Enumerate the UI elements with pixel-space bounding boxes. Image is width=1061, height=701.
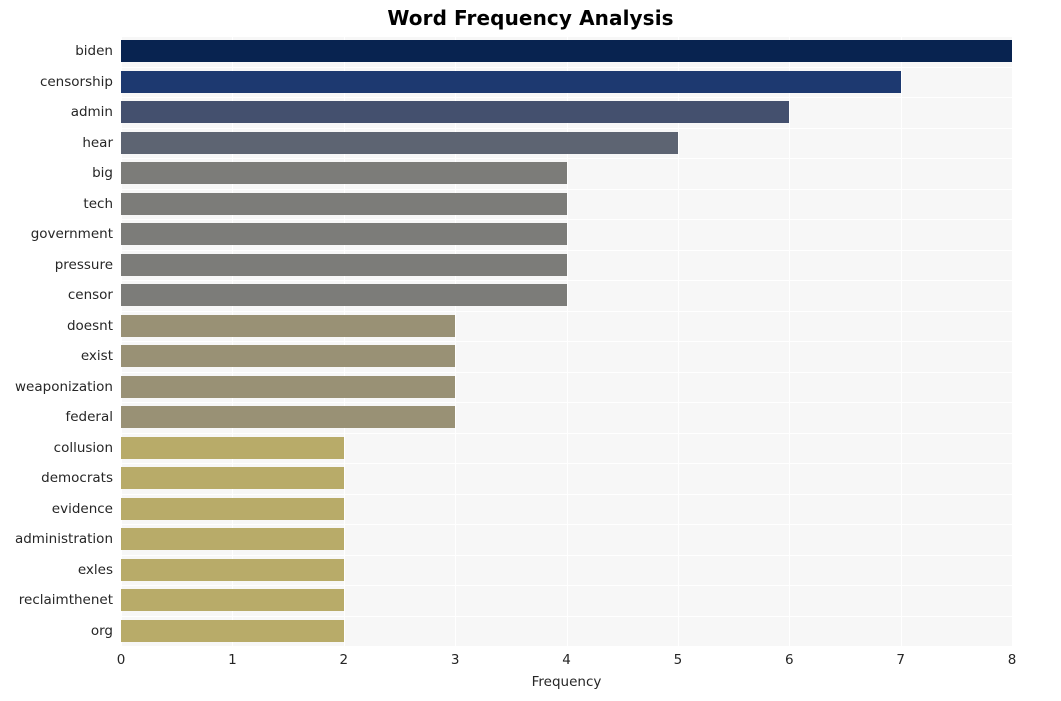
y-axis-tick-label: administration xyxy=(14,531,113,548)
plot-area xyxy=(121,36,1012,646)
y-axis-tick-label: hear xyxy=(82,134,113,151)
y-axis-tick-label: weaponization xyxy=(15,378,113,395)
y-axis-tick-label: democrats xyxy=(41,470,113,487)
bar[interactable] xyxy=(121,497,344,520)
x-axis-tick-labels: 0 1 2 3 4 5 6 7 8 xyxy=(117,646,1017,672)
y-axis-tick-label: tech xyxy=(83,195,113,212)
bar-row xyxy=(121,36,1012,67)
y-axis-tick-label: federal xyxy=(65,409,113,426)
bar[interactable] xyxy=(121,619,344,642)
y-axis-tick-label: big xyxy=(92,165,113,182)
chart-figure: Word Frequency Analysis biden censorship a… xyxy=(0,0,1061,701)
bar[interactable] xyxy=(121,528,344,551)
bar[interactable] xyxy=(121,70,901,93)
bar[interactable] xyxy=(121,589,344,612)
x-axis-tick-label: 3 xyxy=(450,652,460,668)
y-axis-tick-label: exles xyxy=(77,561,113,578)
y-axis-tick-label: reclaimthenet xyxy=(18,592,113,609)
bar-row xyxy=(121,189,1012,220)
y-axis-tick-label: pressure xyxy=(54,256,113,273)
bar-series xyxy=(121,36,1012,646)
y-axis-tick-labels: biden censorship admin hear big tech governmen… xyxy=(0,36,113,646)
bar-row xyxy=(121,280,1012,311)
bar-row xyxy=(121,311,1012,342)
bar-row xyxy=(121,616,1012,647)
chart-title: Word Frequency Analysis xyxy=(387,6,674,30)
y-axis-tick-label: biden xyxy=(75,43,113,60)
x-axis-tick-label: 4 xyxy=(562,652,571,668)
bar-row xyxy=(121,341,1012,372)
bar-row xyxy=(121,555,1012,586)
x-axis-tick-label: 8 xyxy=(1007,652,1017,668)
y-axis-tick-label: censorship xyxy=(39,73,113,90)
x-axis-tick-label: 7 xyxy=(896,652,905,668)
bar[interactable] xyxy=(121,558,344,581)
bar[interactable] xyxy=(121,192,567,215)
x-axis-title: Frequency xyxy=(531,674,602,690)
y-axis-tick-label: censor xyxy=(67,287,113,304)
bar-row xyxy=(121,433,1012,464)
y-axis-tick-label: doesnt xyxy=(66,317,113,334)
bar-row xyxy=(121,250,1012,281)
bar[interactable] xyxy=(121,284,567,307)
x-axis-tick-label: 1 xyxy=(228,652,237,668)
x-axis-tick-label: 2 xyxy=(339,652,349,668)
bar[interactable] xyxy=(121,101,790,124)
bar[interactable] xyxy=(121,40,1012,63)
bar[interactable] xyxy=(121,162,567,185)
bar-row xyxy=(121,524,1012,555)
y-axis-tick-label: collusion xyxy=(53,439,113,456)
bar-row xyxy=(121,67,1012,98)
bar[interactable] xyxy=(121,467,344,490)
bar-row xyxy=(121,219,1012,250)
bar-row xyxy=(121,158,1012,189)
bar-row xyxy=(121,463,1012,494)
bar[interactable] xyxy=(121,406,456,429)
x-axis-tick-label: 0 xyxy=(116,652,126,668)
bar[interactable] xyxy=(121,314,456,337)
bar-row xyxy=(121,494,1012,525)
bar-row xyxy=(121,97,1012,128)
bar-row xyxy=(121,402,1012,433)
x-axis-tick-label: 6 xyxy=(784,652,794,668)
bar-row xyxy=(121,128,1012,159)
bar[interactable] xyxy=(121,375,456,398)
bar-row xyxy=(121,585,1012,616)
y-axis-tick-label: org xyxy=(90,622,113,639)
bar[interactable] xyxy=(121,253,567,276)
y-axis-tick-label: evidence xyxy=(51,500,113,517)
bar[interactable] xyxy=(121,223,567,246)
bar[interactable] xyxy=(121,436,344,459)
y-axis-tick-label: exist xyxy=(80,348,113,365)
x-axis-tick-label: 5 xyxy=(673,652,683,668)
bar-row xyxy=(121,372,1012,403)
y-axis-tick-label: admin xyxy=(70,104,113,121)
bar[interactable] xyxy=(121,131,678,154)
bar[interactable] xyxy=(121,345,456,368)
y-axis-tick-label: government xyxy=(30,226,113,243)
